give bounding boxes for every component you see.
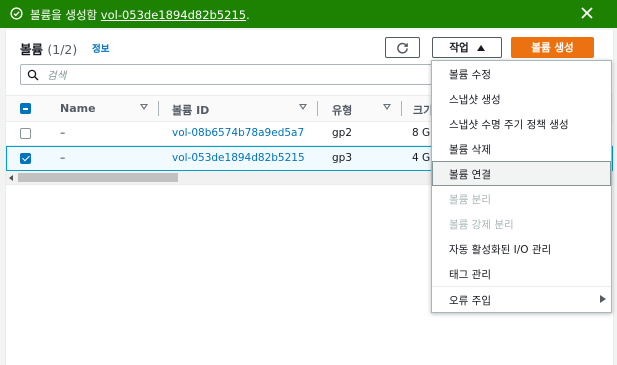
menu-item-label: 자동 활성화된 I/O 관리 (449, 244, 552, 256)
banner-message: 볼륨을 생성함 vol-053de1894d82b5215. (30, 7, 250, 23)
search-box (20, 64, 500, 85)
panel-title-text: 볼륨 (20, 42, 44, 57)
menu-item-detach-volume: 볼륨 분리 (432, 186, 611, 211)
scroll-left-icon[interactable] (9, 175, 13, 181)
row-volume-id-link[interactable]: vol-053de1894d82b5215 (172, 152, 305, 164)
scrollbar-thumb[interactable] (18, 173, 178, 182)
actions-label: 작업 (449, 42, 469, 54)
menu-item-attach-volume[interactable]: 볼륨 연결 (432, 161, 611, 186)
refresh-button[interactable] (385, 37, 420, 58)
menu-item-manage-auto-enabled-io[interactable]: 자동 활성화된 I/O 관리 (432, 236, 611, 261)
menu-item-label: 스냅샷 수명 주기 정책 생성 (449, 119, 569, 131)
menu-item-label: 스냅샷 생성 (449, 94, 501, 106)
selection-count: (1/2) (47, 42, 78, 57)
row-name: – (60, 127, 66, 139)
success-check-icon (10, 7, 23, 20)
select-all-checkbox[interactable] (20, 103, 31, 114)
menu-item-label: 볼륨 연결 (449, 169, 491, 181)
menu-item-label: 오류 주입 (449, 295, 491, 307)
menu-item-fault-injection[interactable]: 오류 주입 (432, 286, 611, 311)
column-header-name[interactable]: Name (60, 102, 96, 115)
sort-icon[interactable] (383, 104, 391, 110)
row-name: – (60, 152, 66, 164)
menu-item-label: 태그 관리 (449, 269, 491, 281)
sort-icon[interactable] (140, 104, 148, 110)
column-resizer[interactable] (158, 101, 159, 116)
sort-icon[interactable] (299, 104, 307, 110)
success-banner: 볼륨을 생성함 vol-053de1894d82b5215. (0, 0, 617, 28)
caret-up-icon (476, 44, 485, 51)
close-icon[interactable] (580, 6, 594, 20)
actions-menu: 볼륨 수정 스냅샷 생성 스냅샷 수명 주기 정책 생성 볼륨 삭제 볼륨 연결… (431, 60, 612, 313)
column-resizer[interactable] (401, 101, 402, 116)
column-resizer[interactable] (317, 101, 318, 116)
refresh-icon (397, 42, 408, 54)
row-checkbox[interactable] (20, 128, 31, 139)
create-volume-button[interactable]: 볼륨 생성 (511, 37, 594, 58)
menu-item-label: 볼륨 수정 (449, 69, 491, 81)
actions-dropdown-button[interactable]: 작업 (432, 37, 502, 58)
chevron-right-icon (600, 295, 606, 303)
create-volume-label: 볼륨 생성 (531, 42, 574, 54)
menu-item-delete-volume[interactable]: 볼륨 삭제 (432, 136, 611, 161)
banner-text: 볼륨을 생성함 (30, 8, 98, 22)
menu-item-create-lifecycle-policy[interactable]: 스냅샷 수명 주기 정책 생성 (432, 111, 611, 136)
menu-item-manage-tags[interactable]: 태그 관리 (432, 261, 611, 286)
menu-item-label: 볼륨 분리 (449, 194, 491, 206)
column-header-volume-id[interactable]: 볼륨 ID (172, 102, 209, 118)
row-type: gp2 (332, 127, 353, 139)
row-type: gp3 (332, 152, 353, 164)
search-input[interactable] (45, 66, 489, 85)
banner-period: . (246, 8, 250, 22)
column-header-type[interactable]: 유형 (332, 102, 352, 118)
menu-item-modify-volume[interactable]: 볼륨 수정 (432, 61, 611, 86)
menu-item-create-snapshot[interactable]: 스냅샷 생성 (432, 86, 611, 111)
menu-item-label: 볼륨 강제 분리 (449, 219, 514, 231)
panel-title: 볼륨 (1/2) (20, 39, 77, 58)
row-checkbox[interactable] (20, 153, 31, 164)
row-volume-id-link[interactable]: vol-08b6574b78a9ed5a7 (172, 127, 304, 139)
menu-item-force-detach-volume: 볼륨 강제 분리 (432, 211, 611, 236)
info-link[interactable]: 정보 (92, 41, 109, 55)
menu-item-label: 볼륨 삭제 (449, 144, 491, 156)
banner-volume-link[interactable]: vol-053de1894d82b5215 (101, 8, 246, 22)
search-icon (27, 69, 39, 81)
